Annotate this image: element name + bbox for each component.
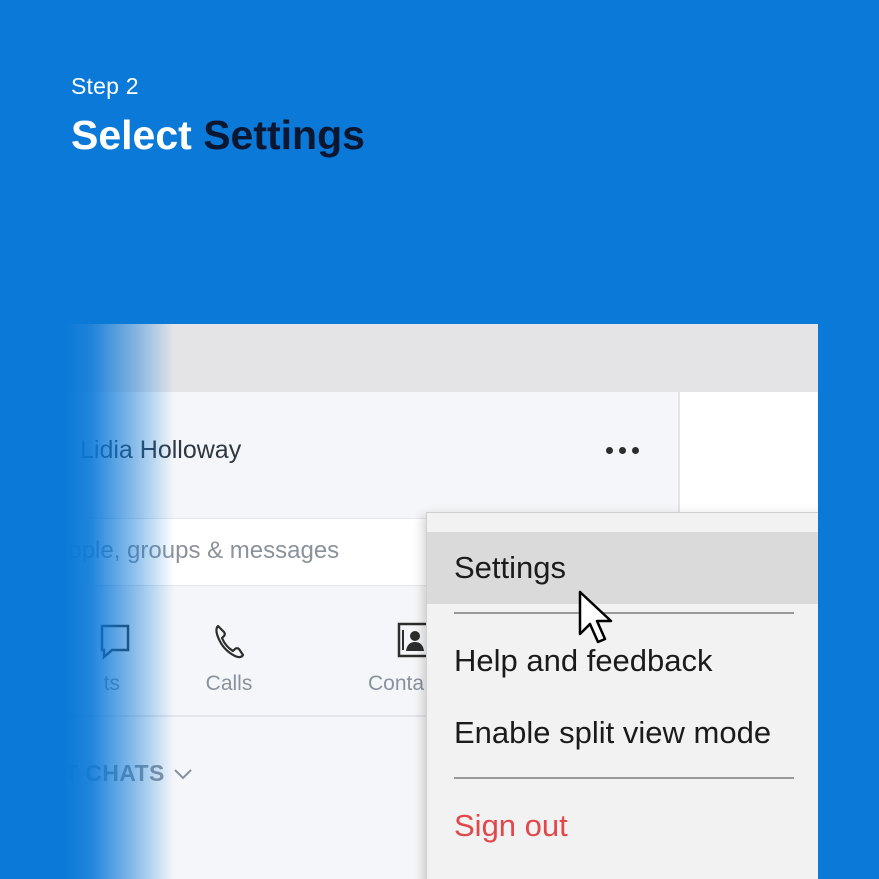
recent-chats-label: T CHATS — [64, 760, 165, 786]
more-horizontal-icon — [605, 446, 613, 454]
search-input[interactable]: eople, groups & messages — [64, 518, 434, 586]
mouse-pointer-icon — [578, 590, 613, 644]
search-placeholder: eople, groups & messages — [64, 537, 340, 564]
title-bar — [64, 324, 818, 392]
step-title-prefix: Select — [71, 112, 204, 158]
tab-chats[interactable]: ts — [64, 614, 132, 704]
menu-item-sign-out[interactable]: Sign out — [427, 790, 818, 862]
more-options-menu: Settings Help and feedback Enable split … — [426, 512, 818, 879]
menu-separator — [454, 777, 794, 779]
tab-calls-label: Calls — [205, 672, 253, 695]
chat-icon — [100, 624, 130, 660]
tab-calls[interactable]: Calls — [179, 614, 279, 704]
menu-item-help-and-feedback[interactable]: Help and feedback — [427, 625, 818, 697]
chevron-down-icon — [174, 768, 192, 779]
menu-item-settings[interactable]: Settings — [427, 532, 818, 604]
menu-separator — [454, 612, 794, 614]
phone-icon — [215, 624, 245, 659]
tab-chats-label: ts — [103, 672, 120, 695]
step-title-highlight: Settings — [203, 112, 365, 158]
menu-item-split-view[interactable]: Enable split view mode — [427, 697, 818, 769]
user-name[interactable]: Lidia Holloway — [80, 436, 241, 465]
more-options-button[interactable] — [596, 434, 648, 466]
recent-chats-header[interactable]: T CHATS — [64, 760, 193, 787]
step-label: Step 2 — [71, 73, 139, 99]
app-screenshot: Lidia Holloway eople, groups & messages … — [64, 324, 818, 879]
step-title: Select Settings — [71, 112, 365, 159]
